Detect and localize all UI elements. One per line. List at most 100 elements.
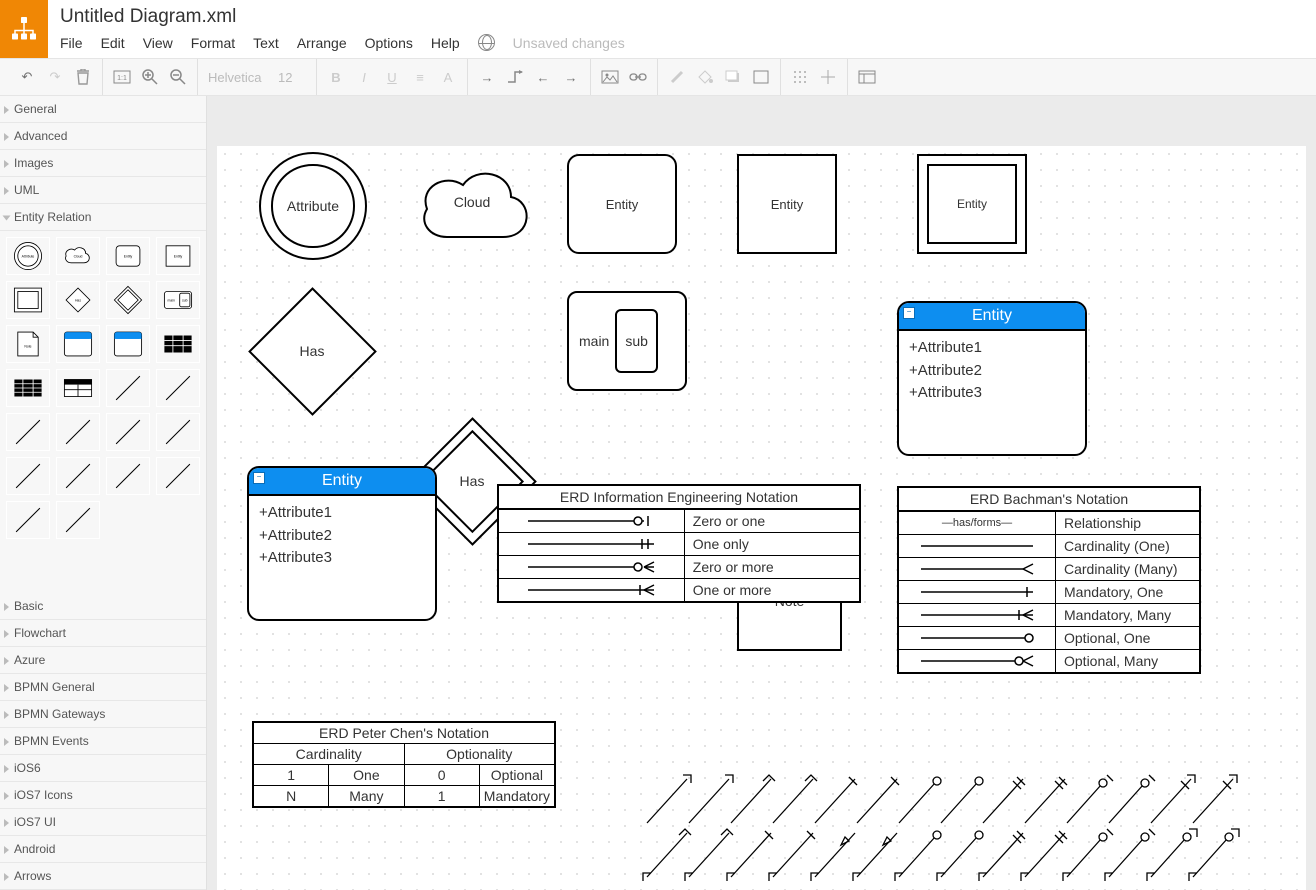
thumb-line3[interactable] <box>6 413 50 451</box>
actual-size-button[interactable]: 1:1 <box>113 67 131 87</box>
grid-cross-button[interactable] <box>819 67 837 87</box>
shadow-button[interactable] <box>724 67 742 87</box>
font-size-select[interactable]: 12 <box>278 70 306 85</box>
bold-button[interactable]: B <box>327 67 345 87</box>
thumb-line2[interactable] <box>156 369 200 407</box>
chen-cell: 1 <box>254 765 329 785</box>
fill-color-button[interactable] <box>696 67 714 87</box>
thumb-note[interactable]: Note <box>6 325 50 363</box>
sidebar-section-images[interactable]: Images <box>0 150 206 177</box>
shape-entity-rounded[interactable]: Entity <box>567 154 677 254</box>
sidebar-section-uml[interactable]: UML <box>0 177 206 204</box>
sidebar-section-ios7-icons[interactable]: iOS7 Icons <box>0 782 206 809</box>
connector-straight-icon[interactable]: → <box>478 67 496 87</box>
menu-text[interactable]: Text <box>253 35 279 51</box>
font-color-button[interactable]: A <box>439 67 457 87</box>
shape-entity-card-2[interactable]: −Entity +Attribute1 +Attribute2 +Attribu… <box>247 466 437 621</box>
align-button[interactable]: ≡ <box>411 67 429 87</box>
sidebar-section-general[interactable]: General <box>0 96 206 123</box>
stroke-color-button[interactable] <box>668 67 686 87</box>
thumb-line6[interactable] <box>156 413 200 451</box>
arrow-right-icon[interactable]: → <box>562 67 580 87</box>
sidebar-section-entity-relation[interactable]: Entity Relation <box>0 204 206 231</box>
connector-elbow-icon[interactable] <box>506 67 524 87</box>
shape-mainsub[interactable]: main sub <box>567 291 687 391</box>
thumb-line1[interactable] <box>106 369 150 407</box>
arrow-left-icon[interactable]: ← <box>534 67 552 87</box>
thumb-line8[interactable] <box>56 457 100 495</box>
thumb-mainsub[interactable]: mainsub <box>156 281 200 319</box>
thumb-entity-rect[interactable]: Entity <box>156 237 200 275</box>
thumb-has-double-diamond[interactable] <box>106 281 150 319</box>
sidebar-section-ios6[interactable]: iOS6 <box>0 755 206 782</box>
delete-button[interactable] <box>74 67 92 87</box>
sidebar-section-azure[interactable]: Azure <box>0 647 206 674</box>
shape-entity-double[interactable]: Entity <box>917 154 1027 254</box>
menu-options[interactable]: Options <box>365 35 413 51</box>
shape-entity-rect[interactable]: Entity <box>737 154 837 254</box>
bachman-notation-table[interactable]: ERD Bachman's Notation —has/forms—Relati… <box>897 486 1201 674</box>
thumb-line7[interactable] <box>6 457 50 495</box>
menu-view[interactable]: View <box>143 35 173 51</box>
underline-button[interactable]: U <box>383 67 401 87</box>
thumb-line9[interactable] <box>106 457 150 495</box>
thumb-line4[interactable] <box>56 413 100 451</box>
thumb-line5[interactable] <box>106 413 150 451</box>
ie-notation-table[interactable]: ERD Information Engineering Notation Zer… <box>497 484 861 603</box>
sidebar-section-flowchart[interactable]: Flowchart <box>0 620 206 647</box>
zoom-in-button[interactable] <box>141 67 159 87</box>
menu-help[interactable]: Help <box>431 35 460 51</box>
menu-arrange[interactable]: Arrange <box>297 35 347 51</box>
shape-has-diamond[interactable]: Has <box>247 286 377 416</box>
thumb-line12[interactable] <box>56 501 100 539</box>
connector-samples[interactable] <box>637 771 1316 881</box>
redo-button[interactable]: ↷ <box>46 67 64 87</box>
collapse-icon[interactable]: − <box>903 307 915 319</box>
thumb-line10[interactable] <box>156 457 200 495</box>
sidebar-section-bpmn-events[interactable]: BPMN Events <box>0 728 206 755</box>
thumb-table-dark2[interactable] <box>6 369 50 407</box>
sidebar-section-arrows[interactable]: Arrows <box>0 863 206 890</box>
collapse-icon[interactable]: − <box>253 472 265 484</box>
zoom-out-button[interactable] <box>169 67 187 87</box>
chen-cell: N <box>254 786 329 806</box>
thumb-entity-blue2[interactable] <box>106 325 150 363</box>
menu-file[interactable]: File <box>60 35 83 51</box>
sidebar-section-bpmn-gateways[interactable]: BPMN Gateways <box>0 701 206 728</box>
italic-button[interactable]: I <box>355 67 373 87</box>
image-button[interactable] <box>601 67 619 87</box>
language-icon[interactable] <box>478 34 495 51</box>
shape-style-button[interactable] <box>752 67 770 87</box>
bachman-label: Mandatory, Many <box>1056 604 1199 626</box>
layout-panel-button[interactable] <box>858 67 876 87</box>
thumb-entity-blue[interactable] <box>56 325 100 363</box>
app-logo[interactable] <box>0 0 48 58</box>
thumb-table-dark[interactable] <box>156 325 200 363</box>
sidebar-section-android[interactable]: Android <box>0 836 206 863</box>
sidebar-section-advanced[interactable]: Advanced <box>0 123 206 150</box>
thumb-entity-rounded[interactable]: Entity <box>106 237 150 275</box>
document-title[interactable]: Untitled Diagram.xml <box>60 6 625 28</box>
body: General Advanced Images UML Entity Relat… <box>0 96 1316 890</box>
shape-entity-card-1[interactable]: −Entity +Attribute1 +Attribute2 +Attribu… <box>897 301 1087 456</box>
menu-edit[interactable]: Edit <box>101 35 125 51</box>
chen-notation-table[interactable]: ERD Peter Chen's Notation CardinalityOpt… <box>252 721 556 808</box>
font-family-select[interactable]: Helvetica <box>208 70 268 85</box>
thumb-entity-double[interactable] <box>6 281 50 319</box>
undo-button[interactable]: ↶ <box>18 67 36 87</box>
sidebar-section-bpmn-general[interactable]: BPMN General <box>0 674 206 701</box>
thumb-line11[interactable] <box>6 501 50 539</box>
thumb-cloud[interactable]: Cloud <box>56 237 100 275</box>
link-button[interactable] <box>629 67 647 87</box>
canvas-area[interactable]: Attribute Cloud Entity Entity Entity Ha <box>207 96 1316 890</box>
shape-cloud[interactable]: Cloud <box>412 152 532 252</box>
grid-dots-button[interactable] <box>791 67 809 87</box>
thumb-table2[interactable] <box>56 369 100 407</box>
sidebar-section-ios7-ui[interactable]: iOS7 UI <box>0 809 206 836</box>
shape-attribute[interactable]: Attribute <box>259 152 367 260</box>
thumb-has-diamond[interactable]: Has <box>56 281 100 319</box>
sidebar-section-basic[interactable]: Basic <box>0 593 206 620</box>
menu-format[interactable]: Format <box>191 35 235 51</box>
thumb-attribute[interactable]: Attribute <box>6 237 50 275</box>
canvas[interactable]: Attribute Cloud Entity Entity Entity Ha <box>217 146 1306 890</box>
